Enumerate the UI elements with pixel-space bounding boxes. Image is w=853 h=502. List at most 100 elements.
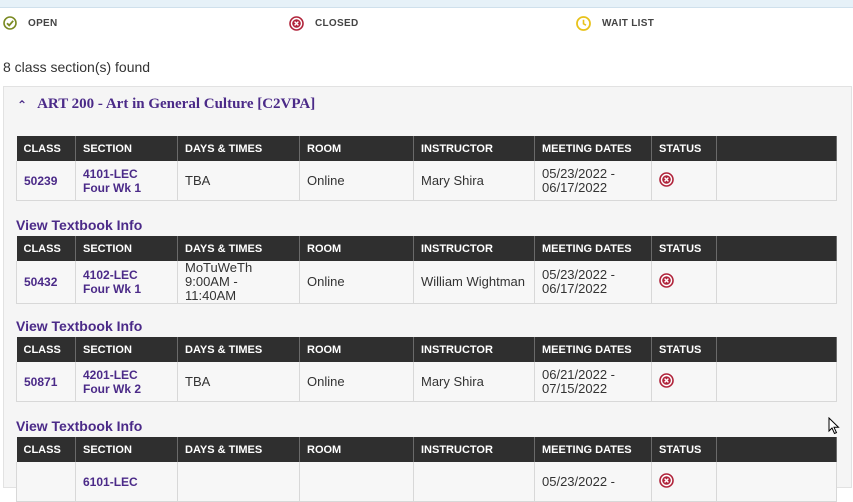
column-header: INSTRUCTOR — [413, 136, 535, 161]
days-times-cell — [177, 462, 300, 502]
legend-open: OPEN — [3, 16, 58, 30]
column-header: SECTION — [75, 236, 178, 261]
status-cell — [651, 362, 717, 402]
section-code-link[interactable]: 4102-LEC — [83, 268, 170, 282]
status-legend: OPEN CLOSED WAIT LIST — [0, 16, 853, 36]
class-number-cell — [16, 462, 76, 502]
end-date: 06/17/2022 — [542, 281, 608, 296]
section-session[interactable]: Four Wk 1 — [83, 282, 170, 296]
days: MoTuWeTh — [185, 260, 253, 275]
table-row: 6101-LEC 05/23/2022 - — [16, 462, 837, 502]
column-header: CLASS — [16, 236, 76, 261]
view-textbook-link[interactable]: View Textbook Info — [16, 318, 142, 334]
column-header: MEETING DATES — [534, 236, 652, 261]
column-header: MEETING DATES — [534, 337, 652, 362]
mouse-pointer-icon — [828, 416, 840, 440]
column-header: STATUS — [651, 337, 717, 362]
end-date: 07/15/2022 — [542, 380, 608, 396]
legend-closed-label: CLOSED — [315, 18, 359, 29]
legend-open-label: OPEN — [28, 17, 58, 29]
section-code-link[interactable]: 4101-LEC — [83, 167, 170, 181]
column-header: CLASS — [16, 337, 76, 362]
table-row: 50432 4102-LEC Four Wk 1 MoTuWeTh 9:00AM - 1… — [16, 260, 837, 304]
closed-status-icon — [289, 16, 304, 31]
column-header: INSTRUCTOR — [413, 236, 535, 261]
column-header: SECTION — [75, 337, 178, 362]
days-times-cell: MoTuWeTh 9:00AM - 11:40AM — [177, 260, 300, 304]
room-cell: Online — [299, 362, 414, 402]
waitlist-status-icon — [576, 16, 591, 31]
start-date: 05/23/2022 - — [542, 473, 616, 489]
class-number-link[interactable]: 50871 — [24, 375, 57, 389]
section-cell: 6101-LEC — [75, 462, 178, 502]
column-header: DAYS & TIMES — [177, 337, 300, 362]
class-number-link[interactable]: 50432 — [24, 275, 57, 289]
instructor-cell — [413, 462, 535, 502]
open-status-icon — [3, 16, 17, 30]
legend-waitlist: WAIT LIST — [576, 16, 654, 31]
section-table: CLASS SECTION DAYS & TIMES ROOM INSTRUCTOR ME… — [16, 136, 837, 201]
meeting-dates-cell: 05/23/2022 - — [534, 462, 652, 502]
chevron-up-icon[interactable]: ⌃ — [17, 98, 27, 112]
days: TBA — [185, 373, 211, 389]
column-header-empty — [716, 437, 837, 462]
section-cell: 4201-LEC Four Wk 2 — [75, 362, 178, 402]
meeting-dates-cell: 05/23/2022 -06/17/2022 — [534, 261, 652, 304]
column-header: INSTRUCTOR — [413, 337, 535, 362]
column-header: MEETING DATES — [534, 437, 652, 462]
days: TBA — [185, 172, 211, 188]
table-header-row: CLASS SECTION DAYS & TIMES ROOM INSTRUCTOR ME… — [16, 437, 837, 462]
view-textbook-link[interactable]: View Textbook Info — [16, 418, 142, 434]
column-header: INSTRUCTOR — [413, 437, 535, 462]
empty-cell — [716, 261, 837, 304]
room-cell: Online — [299, 261, 414, 304]
empty-cell — [716, 362, 837, 402]
section-session[interactable]: Four Wk 1 — [83, 181, 170, 195]
room-cell — [299, 462, 414, 502]
class-number-cell: 50432 — [16, 261, 76, 304]
meeting-dates-cell: 06/21/2022 -07/15/2022 — [534, 362, 652, 402]
column-header-empty — [716, 236, 837, 261]
view-textbook-link[interactable]: View Textbook Info — [16, 217, 142, 233]
start-date: 05/23/2022 - — [542, 267, 616, 282]
class-number-cell: 50239 — [16, 161, 76, 201]
status-cell — [651, 462, 717, 502]
status-cell — [651, 161, 717, 201]
instructor-cell: Mary Shira — [413, 362, 535, 402]
column-header: DAYS & TIMES — [177, 136, 300, 161]
closed-status-icon — [659, 372, 674, 388]
top-info-band — [0, 0, 853, 8]
closed-status-icon — [659, 472, 674, 488]
column-header: CLASS — [16, 437, 76, 462]
column-header: MEETING DATES — [534, 136, 652, 161]
closed-status-icon — [659, 273, 674, 288]
column-header: SECTION — [75, 136, 178, 161]
legend-closed: CLOSED — [289, 16, 358, 31]
section-code-link[interactable]: 6101-LEC — [83, 475, 170, 489]
table-header-row: CLASS SECTION DAYS & TIMES ROOM INSTRUCTOR ME… — [16, 337, 837, 362]
section-cell: 4102-LEC Four Wk 1 — [75, 261, 178, 304]
empty-cell — [716, 161, 837, 201]
column-header: STATUS — [651, 437, 717, 462]
instructor-cell: Mary Shira — [413, 161, 535, 201]
column-header: ROOM — [299, 337, 414, 362]
section-table: CLASS SECTION DAYS & TIMES ROOM INSTRUCTOR ME… — [16, 437, 837, 502]
column-header: DAYS & TIMES — [177, 236, 300, 261]
room-cell: Online — [299, 161, 414, 201]
instructor-cell: William Wightman — [413, 261, 535, 304]
course-header[interactable]: ⌃ ART 200 - Art in General Culture [C2VP… — [17, 96, 315, 113]
closed-status-icon — [659, 171, 674, 187]
times: 9:00AM - 11:40AM — [185, 274, 238, 303]
end-date: 06/17/2022 — [542, 179, 608, 195]
column-header: STATUS — [651, 236, 717, 261]
course-title[interactable]: ART 200 - Art in General Culture [C2VPA] — [37, 96, 315, 113]
section-session[interactable]: Four Wk 2 — [83, 382, 170, 396]
class-number-cell: 50871 — [16, 362, 76, 402]
class-number-link[interactable]: 50239 — [24, 174, 57, 188]
section-table: CLASS SECTION DAYS & TIMES ROOM INSTRUCTOR ME… — [16, 337, 837, 402]
days-times-cell: TBA — [177, 161, 300, 201]
column-header: DAYS & TIMES — [177, 437, 300, 462]
section-code-link[interactable]: 4201-LEC — [83, 368, 170, 382]
table-header-row: CLASS SECTION DAYS & TIMES ROOM INSTRUCTOR ME… — [16, 236, 837, 261]
empty-cell — [716, 462, 837, 502]
